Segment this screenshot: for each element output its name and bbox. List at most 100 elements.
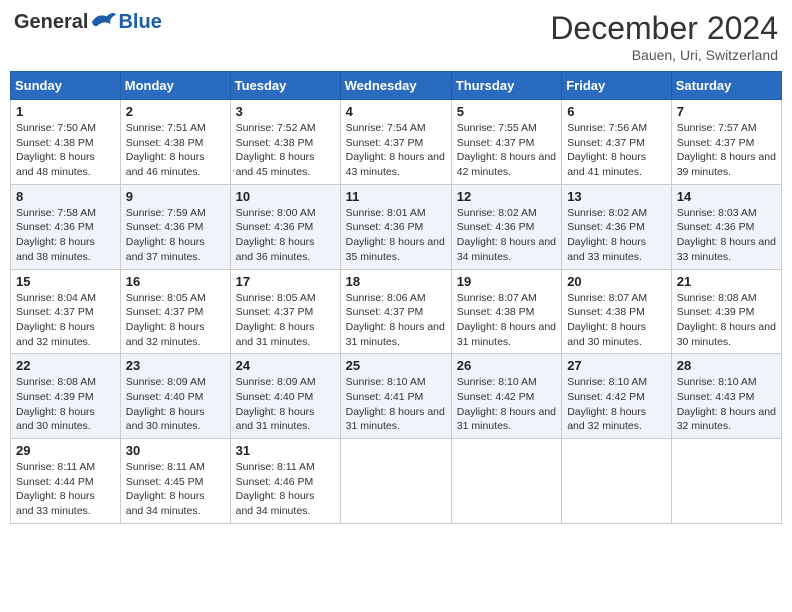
day-info: Sunrise: 8:05 AMSunset: 4:37 PMDaylight:…	[236, 291, 335, 350]
calendar-cell: 4 Sunrise: 7:54 AMSunset: 4:37 PMDaylight…	[340, 100, 451, 185]
day-info: Sunrise: 8:09 AMSunset: 4:40 PMDaylight:…	[126, 375, 225, 434]
day-number: 28	[677, 358, 776, 373]
calendar-cell: 29 Sunrise: 8:11 AMSunset: 4:44 PMDayligh…	[11, 439, 121, 524]
day-info: Sunrise: 8:06 AMSunset: 4:37 PMDaylight:…	[346, 291, 446, 350]
page-header: General Blue December 2024 Bauen, Uri, S…	[10, 10, 782, 63]
calendar-cell: 27 Sunrise: 8:10 AMSunset: 4:42 PMDayligh…	[562, 354, 672, 439]
day-info: Sunrise: 8:02 AMSunset: 4:36 PMDaylight:…	[567, 206, 666, 265]
day-info: Sunrise: 7:52 AMSunset: 4:38 PMDaylight:…	[236, 121, 335, 180]
day-number: 7	[677, 104, 776, 119]
day-number: 5	[457, 104, 556, 119]
calendar-cell	[451, 439, 561, 524]
logo: General Blue	[14, 10, 162, 34]
day-info: Sunrise: 7:51 AMSunset: 4:38 PMDaylight:…	[126, 121, 225, 180]
day-info: Sunrise: 8:10 AMSunset: 4:42 PMDaylight:…	[457, 375, 556, 434]
calendar-cell: 16 Sunrise: 8:05 AMSunset: 4:37 PMDayligh…	[120, 269, 230, 354]
calendar-cell: 17 Sunrise: 8:05 AMSunset: 4:37 PMDayligh…	[230, 269, 340, 354]
calendar-week-row: 1 Sunrise: 7:50 AMSunset: 4:38 PMDaylight…	[11, 100, 782, 185]
day-info: Sunrise: 8:08 AMSunset: 4:39 PMDaylight:…	[16, 375, 115, 434]
day-number: 4	[346, 104, 446, 119]
day-number: 23	[126, 358, 225, 373]
calendar-cell: 11 Sunrise: 8:01 AMSunset: 4:36 PMDayligh…	[340, 184, 451, 269]
day-info: Sunrise: 8:10 AMSunset: 4:42 PMDaylight:…	[567, 375, 666, 434]
day-number: 15	[16, 274, 115, 289]
day-info: Sunrise: 8:10 AMSunset: 4:41 PMDaylight:…	[346, 375, 446, 434]
calendar-cell: 26 Sunrise: 8:10 AMSunset: 4:42 PMDayligh…	[451, 354, 561, 439]
day-info: Sunrise: 8:07 AMSunset: 4:38 PMDaylight:…	[567, 291, 666, 350]
calendar-cell: 6 Sunrise: 7:56 AMSunset: 4:37 PMDaylight…	[562, 100, 672, 185]
weekday-header-sunday: Sunday	[11, 72, 121, 100]
day-number: 14	[677, 189, 776, 204]
calendar-cell: 9Sunrise: 7:59 AMSunset: 4:36 PMDaylight…	[120, 184, 230, 269]
day-info: Sunrise: 8:10 AMSunset: 4:43 PMDaylight:…	[677, 375, 776, 434]
logo-bird-icon	[90, 10, 118, 34]
calendar-cell: 1 Sunrise: 7:50 AMSunset: 4:38 PMDaylight…	[11, 100, 121, 185]
calendar-cell: 22 Sunrise: 8:08 AMSunset: 4:39 PMDayligh…	[11, 354, 121, 439]
day-number: 2	[126, 104, 225, 119]
day-number: 16	[126, 274, 225, 289]
calendar-cell: 7 Sunrise: 7:57 AMSunset: 4:37 PMDaylight…	[671, 100, 781, 185]
month-year-title: December 2024	[550, 10, 778, 47]
day-number: 17	[236, 274, 335, 289]
calendar-cell: 15 Sunrise: 8:04 AMSunset: 4:37 PMDayligh…	[11, 269, 121, 354]
day-info: Sunrise: 8:07 AMSunset: 4:38 PMDaylight:…	[457, 291, 556, 350]
calendar-cell: 14 Sunrise: 8:03 AMSunset: 4:36 PMDayligh…	[671, 184, 781, 269]
day-info: Sunrise: 7:54 AMSunset: 4:37 PMDaylight:…	[346, 121, 446, 180]
weekday-header-wednesday: Wednesday	[340, 72, 451, 100]
day-number: 22	[16, 358, 115, 373]
calendar-cell: 10 Sunrise: 8:00 AMSunset: 4:36 PMDayligh…	[230, 184, 340, 269]
calendar-cell: 18 Sunrise: 8:06 AMSunset: 4:37 PMDayligh…	[340, 269, 451, 354]
day-info: Sunrise: 7:50 AMSunset: 4:38 PMDaylight:…	[16, 121, 115, 180]
day-number: 27	[567, 358, 666, 373]
day-number: 12	[457, 189, 556, 204]
day-info: Sunrise: 8:00 AMSunset: 4:36 PMDaylight:…	[236, 206, 335, 265]
calendar-table: SundayMondayTuesdayWednesdayThursdayFrid…	[10, 71, 782, 524]
weekday-header-monday: Monday	[120, 72, 230, 100]
day-info: Sunrise: 8:01 AMSunset: 4:36 PMDaylight:…	[346, 206, 446, 265]
day-info: Sunrise: 8:04 AMSunset: 4:37 PMDaylight:…	[16, 291, 115, 350]
weekday-header-friday: Friday	[562, 72, 672, 100]
weekday-header-row: SundayMondayTuesdayWednesdayThursdayFrid…	[11, 72, 782, 100]
day-info: Sunrise: 8:05 AMSunset: 4:37 PMDaylight:…	[126, 291, 225, 350]
location-subtitle: Bauen, Uri, Switzerland	[550, 47, 778, 63]
day-number: 30	[126, 443, 225, 458]
title-section: December 2024 Bauen, Uri, Switzerland	[550, 10, 778, 63]
calendar-cell: 19 Sunrise: 8:07 AMSunset: 4:38 PMDayligh…	[451, 269, 561, 354]
calendar-cell: 25 Sunrise: 8:10 AMSunset: 4:41 PMDayligh…	[340, 354, 451, 439]
day-number: 3	[236, 104, 335, 119]
logo-general: General	[14, 11, 88, 34]
day-info: Sunrise: 8:11 AMSunset: 4:46 PMDaylight:…	[236, 460, 335, 519]
day-number: 25	[346, 358, 446, 373]
calendar-cell: 12 Sunrise: 8:02 AMSunset: 4:36 PMDayligh…	[451, 184, 561, 269]
day-number: 20	[567, 274, 666, 289]
calendar-cell: 24Sunrise: 8:09 AMSunset: 4:40 PMDayligh…	[230, 354, 340, 439]
calendar-cell	[340, 439, 451, 524]
day-number: 19	[457, 274, 556, 289]
day-number: 31	[236, 443, 335, 458]
day-number: 8	[16, 189, 115, 204]
calendar-cell	[562, 439, 672, 524]
day-number: 10	[236, 189, 335, 204]
day-info: Sunrise: 7:59 AMSunset: 4:36 PMDaylight:…	[126, 206, 225, 265]
day-info: Sunrise: 8:02 AMSunset: 4:36 PMDaylight:…	[457, 206, 556, 265]
day-number: 6	[567, 104, 666, 119]
calendar-week-row: 8 Sunrise: 7:58 AMSunset: 4:36 PMDaylight…	[11, 184, 782, 269]
calendar-cell: 8 Sunrise: 7:58 AMSunset: 4:36 PMDaylight…	[11, 184, 121, 269]
day-info: Sunrise: 8:03 AMSunset: 4:36 PMDaylight:…	[677, 206, 776, 265]
logo-blue: Blue	[118, 11, 161, 34]
day-number: 29	[16, 443, 115, 458]
day-number: 1	[16, 104, 115, 119]
weekday-header-saturday: Saturday	[671, 72, 781, 100]
calendar-cell: 20 Sunrise: 8:07 AMSunset: 4:38 PMDayligh…	[562, 269, 672, 354]
day-number: 18	[346, 274, 446, 289]
calendar-cell	[671, 439, 781, 524]
day-info: Sunrise: 7:56 AMSunset: 4:37 PMDaylight:…	[567, 121, 666, 180]
day-number: 13	[567, 189, 666, 204]
day-info: Sunrise: 7:57 AMSunset: 4:37 PMDaylight:…	[677, 121, 776, 180]
day-info: Sunrise: 7:58 AMSunset: 4:36 PMDaylight:…	[16, 206, 115, 265]
day-number: 11	[346, 189, 446, 204]
day-number: 26	[457, 358, 556, 373]
calendar-cell: 2 Sunrise: 7:51 AMSunset: 4:38 PMDaylight…	[120, 100, 230, 185]
day-info: Sunrise: 8:11 AMSunset: 4:44 PMDaylight:…	[16, 460, 115, 519]
day-number: 24	[236, 358, 335, 373]
